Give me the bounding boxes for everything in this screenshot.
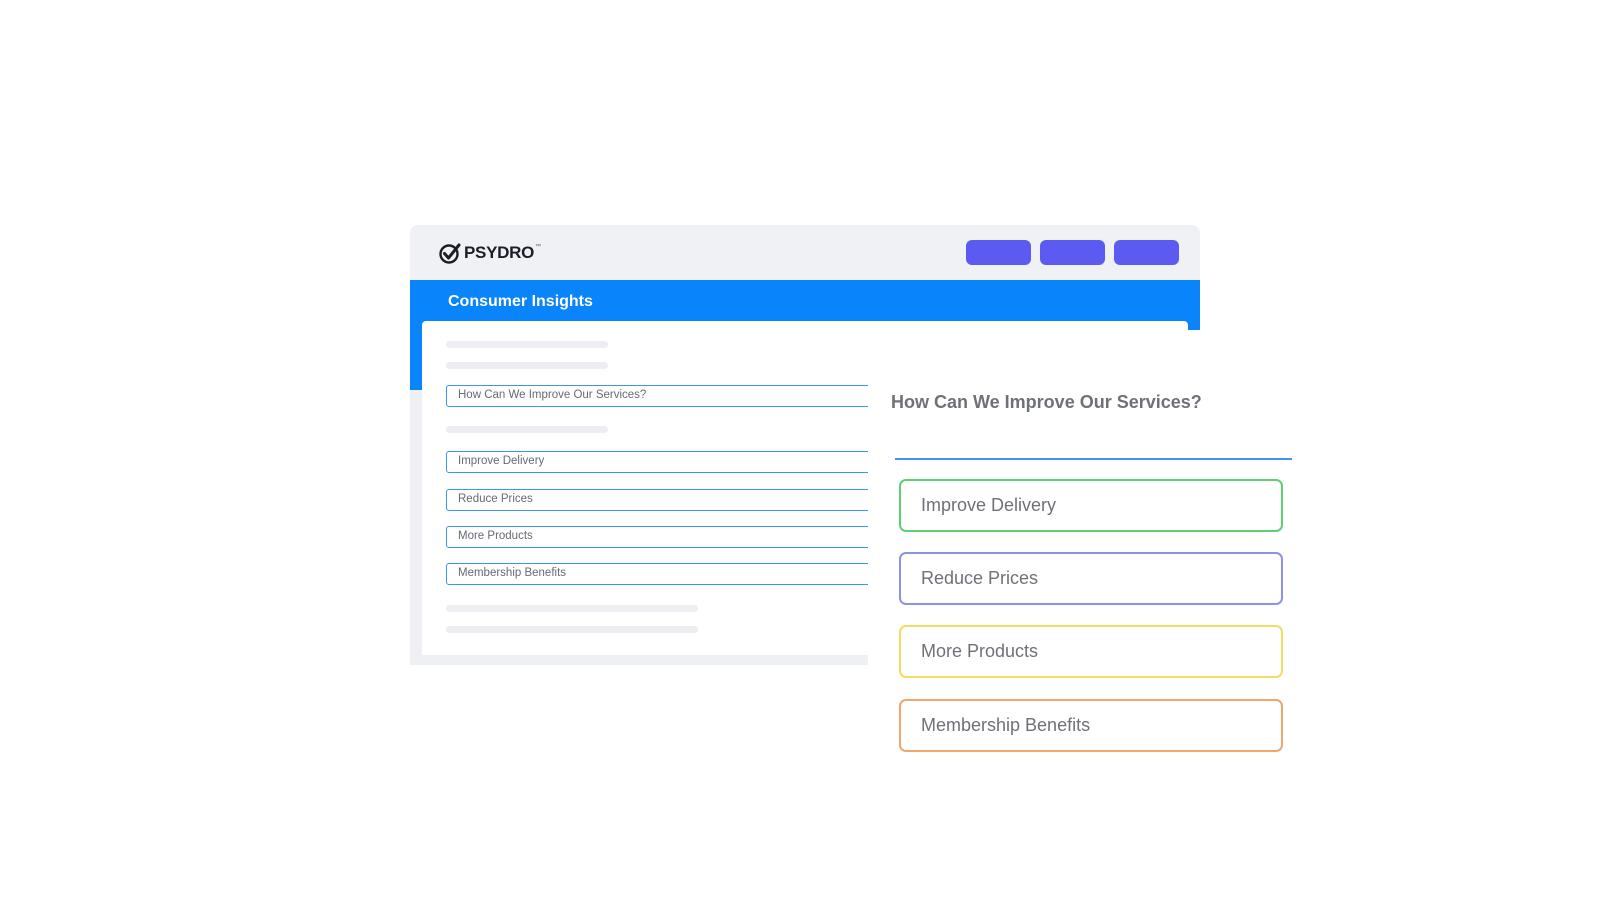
skeleton-line xyxy=(446,605,698,612)
skeleton-line xyxy=(446,341,608,348)
skeleton-line xyxy=(446,426,608,433)
header-button-3[interactable] xyxy=(1114,240,1179,265)
option-improve-delivery[interactable]: Improve Delivery xyxy=(899,479,1283,532)
question-underline xyxy=(895,458,1292,460)
option-reduce-prices[interactable]: Reduce Prices xyxy=(899,552,1283,605)
logo-text: PSYDRO xyxy=(464,243,534,262)
option-membership-benefits[interactable]: Membership Benefits xyxy=(899,699,1283,752)
header-button-1[interactable] xyxy=(966,240,1031,265)
panel-question: How Can We Improve Our Services? xyxy=(891,392,1202,412)
header-button-2[interactable] xyxy=(1040,240,1105,265)
logo: PSYDRO ™ xyxy=(438,241,541,265)
skeleton-line xyxy=(446,362,608,369)
question-panel: How Can We Improve Our Services? Improve… xyxy=(868,330,1308,770)
checkmark-circle-icon xyxy=(439,243,461,264)
app-header: PSYDRO ™ xyxy=(410,225,1200,280)
option-more-products[interactable]: More Products xyxy=(899,625,1283,678)
logo-trademark: ™ xyxy=(535,244,541,250)
section-title: Consumer Insights xyxy=(448,293,593,310)
skeleton-line xyxy=(446,626,698,633)
